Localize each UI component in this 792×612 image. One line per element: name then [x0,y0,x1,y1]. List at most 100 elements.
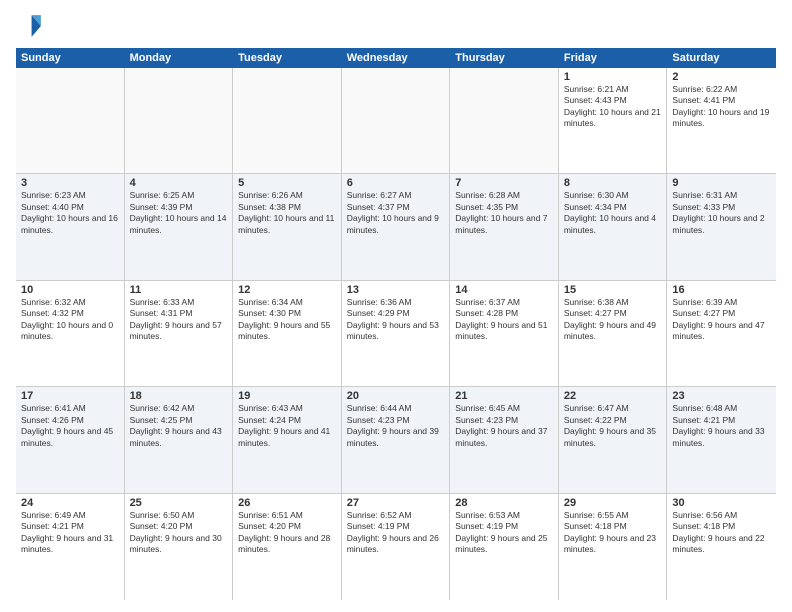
day-cell-27: 27Sunrise: 6:52 AMSunset: 4:19 PMDayligh… [342,494,451,600]
week-row-5: 24Sunrise: 6:49 AMSunset: 4:21 PMDayligh… [16,494,776,600]
day-number: 12 [238,284,336,296]
empty-cell [450,68,559,173]
day-info: Sunrise: 6:38 AMSunset: 4:27 PMDaylight:… [564,297,662,343]
day-info: Sunrise: 6:52 AMSunset: 4:19 PMDaylight:… [347,510,445,556]
day-cell-9: 9Sunrise: 6:31 AMSunset: 4:33 PMDaylight… [667,174,776,279]
day-info: Sunrise: 6:39 AMSunset: 4:27 PMDaylight:… [672,297,771,343]
day-number: 5 [238,177,336,189]
day-info: Sunrise: 6:28 AMSunset: 4:35 PMDaylight:… [455,190,553,236]
day-number: 2 [672,71,771,83]
day-number: 20 [347,390,445,402]
day-cell-21: 21Sunrise: 6:45 AMSunset: 4:23 PMDayligh… [450,387,559,492]
day-info: Sunrise: 6:49 AMSunset: 4:21 PMDaylight:… [21,510,119,556]
day-number: 17 [21,390,119,402]
day-info: Sunrise: 6:22 AMSunset: 4:41 PMDaylight:… [672,84,771,130]
day-number: 15 [564,284,662,296]
day-cell-23: 23Sunrise: 6:48 AMSunset: 4:21 PMDayligh… [667,387,776,492]
day-number: 30 [672,497,771,509]
page: SundayMondayTuesdayWednesdayThursdayFrid… [0,0,792,612]
calendar-header: SundayMondayTuesdayWednesdayThursdayFrid… [16,48,776,68]
day-info: Sunrise: 6:23 AMSunset: 4:40 PMDaylight:… [21,190,119,236]
calendar-body: 1Sunrise: 6:21 AMSunset: 4:43 PMDaylight… [16,68,776,600]
day-cell-16: 16Sunrise: 6:39 AMSunset: 4:27 PMDayligh… [667,281,776,386]
day-info: Sunrise: 6:50 AMSunset: 4:20 PMDaylight:… [130,510,228,556]
day-info: Sunrise: 6:21 AMSunset: 4:43 PMDaylight:… [564,84,662,130]
day-number: 19 [238,390,336,402]
day-cell-24: 24Sunrise: 6:49 AMSunset: 4:21 PMDayligh… [16,494,125,600]
day-number: 24 [21,497,119,509]
day-number: 22 [564,390,662,402]
day-cell-22: 22Sunrise: 6:47 AMSunset: 4:22 PMDayligh… [559,387,668,492]
day-info: Sunrise: 6:44 AMSunset: 4:23 PMDaylight:… [347,403,445,449]
day-info: Sunrise: 6:53 AMSunset: 4:19 PMDaylight:… [455,510,553,556]
header-day-friday: Friday [559,48,668,68]
header-day-monday: Monday [125,48,234,68]
day-cell-17: 17Sunrise: 6:41 AMSunset: 4:26 PMDayligh… [16,387,125,492]
day-number: 10 [21,284,119,296]
day-info: Sunrise: 6:33 AMSunset: 4:31 PMDaylight:… [130,297,228,343]
day-info: Sunrise: 6:56 AMSunset: 4:18 PMDaylight:… [672,510,771,556]
day-info: Sunrise: 6:48 AMSunset: 4:21 PMDaylight:… [672,403,771,449]
empty-cell [125,68,234,173]
day-cell-3: 3Sunrise: 6:23 AMSunset: 4:40 PMDaylight… [16,174,125,279]
day-number: 27 [347,497,445,509]
week-row-2: 3Sunrise: 6:23 AMSunset: 4:40 PMDaylight… [16,174,776,280]
day-number: 3 [21,177,119,189]
day-cell-4: 4Sunrise: 6:25 AMSunset: 4:39 PMDaylight… [125,174,234,279]
day-cell-11: 11Sunrise: 6:33 AMSunset: 4:31 PMDayligh… [125,281,234,386]
calendar: SundayMondayTuesdayWednesdayThursdayFrid… [16,48,776,600]
day-number: 28 [455,497,553,509]
day-info: Sunrise: 6:42 AMSunset: 4:25 PMDaylight:… [130,403,228,449]
day-info: Sunrise: 6:45 AMSunset: 4:23 PMDaylight:… [455,403,553,449]
day-number: 16 [672,284,771,296]
day-info: Sunrise: 6:55 AMSunset: 4:18 PMDaylight:… [564,510,662,556]
header-day-tuesday: Tuesday [233,48,342,68]
day-info: Sunrise: 6:34 AMSunset: 4:30 PMDaylight:… [238,297,336,343]
day-cell-19: 19Sunrise: 6:43 AMSunset: 4:24 PMDayligh… [233,387,342,492]
empty-cell [342,68,451,173]
day-cell-25: 25Sunrise: 6:50 AMSunset: 4:20 PMDayligh… [125,494,234,600]
day-info: Sunrise: 6:26 AMSunset: 4:38 PMDaylight:… [238,190,336,236]
day-cell-7: 7Sunrise: 6:28 AMSunset: 4:35 PMDaylight… [450,174,559,279]
empty-cell [233,68,342,173]
day-cell-15: 15Sunrise: 6:38 AMSunset: 4:27 PMDayligh… [559,281,668,386]
day-number: 21 [455,390,553,402]
day-cell-28: 28Sunrise: 6:53 AMSunset: 4:19 PMDayligh… [450,494,559,600]
day-info: Sunrise: 6:31 AMSunset: 4:33 PMDaylight:… [672,190,771,236]
empty-cell [16,68,125,173]
header-day-thursday: Thursday [450,48,559,68]
week-row-1: 1Sunrise: 6:21 AMSunset: 4:43 PMDaylight… [16,68,776,174]
day-cell-26: 26Sunrise: 6:51 AMSunset: 4:20 PMDayligh… [233,494,342,600]
day-cell-5: 5Sunrise: 6:26 AMSunset: 4:38 PMDaylight… [233,174,342,279]
day-number: 7 [455,177,553,189]
day-number: 18 [130,390,228,402]
day-number: 4 [130,177,228,189]
day-number: 9 [672,177,771,189]
day-number: 6 [347,177,445,189]
day-cell-2: 2Sunrise: 6:22 AMSunset: 4:41 PMDaylight… [667,68,776,173]
day-cell-12: 12Sunrise: 6:34 AMSunset: 4:30 PMDayligh… [233,281,342,386]
day-cell-30: 30Sunrise: 6:56 AMSunset: 4:18 PMDayligh… [667,494,776,600]
day-info: Sunrise: 6:37 AMSunset: 4:28 PMDaylight:… [455,297,553,343]
header-day-sunday: Sunday [16,48,125,68]
header [16,12,776,40]
logo [16,12,48,40]
day-number: 13 [347,284,445,296]
day-number: 29 [564,497,662,509]
day-cell-8: 8Sunrise: 6:30 AMSunset: 4:34 PMDaylight… [559,174,668,279]
day-info: Sunrise: 6:41 AMSunset: 4:26 PMDaylight:… [21,403,119,449]
day-number: 1 [564,71,662,83]
day-info: Sunrise: 6:27 AMSunset: 4:37 PMDaylight:… [347,190,445,236]
day-info: Sunrise: 6:32 AMSunset: 4:32 PMDaylight:… [21,297,119,343]
day-number: 11 [130,284,228,296]
day-info: Sunrise: 6:47 AMSunset: 4:22 PMDaylight:… [564,403,662,449]
week-row-4: 17Sunrise: 6:41 AMSunset: 4:26 PMDayligh… [16,387,776,493]
header-day-wednesday: Wednesday [342,48,451,68]
day-number: 23 [672,390,771,402]
day-info: Sunrise: 6:36 AMSunset: 4:29 PMDaylight:… [347,297,445,343]
day-cell-29: 29Sunrise: 6:55 AMSunset: 4:18 PMDayligh… [559,494,668,600]
day-cell-14: 14Sunrise: 6:37 AMSunset: 4:28 PMDayligh… [450,281,559,386]
day-info: Sunrise: 6:51 AMSunset: 4:20 PMDaylight:… [238,510,336,556]
day-number: 26 [238,497,336,509]
week-row-3: 10Sunrise: 6:32 AMSunset: 4:32 PMDayligh… [16,281,776,387]
